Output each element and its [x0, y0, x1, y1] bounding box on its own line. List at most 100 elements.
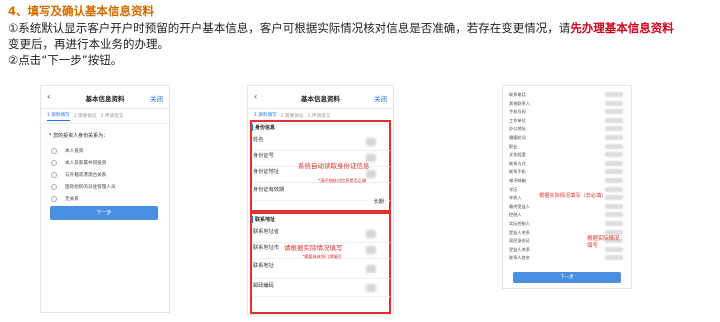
phone-screenshot-contact-info: 联系电话其他联系人手机号码工作单位办公地址婚姻状况职业文化程度联系方式联系手机电… — [502, 85, 632, 289]
next-button[interactable]: 下一步 — [513, 272, 621, 283]
close-link[interactable]: 关闭 — [374, 93, 387, 103]
field-label: 居民身份证 — [509, 238, 530, 244]
masked-value — [605, 143, 623, 149]
field-label: 联系人姓名 — [509, 255, 530, 261]
field-label: 身份证号 — [253, 153, 274, 159]
option-4[interactable]: 国际组织的派驻管理人员 — [41, 181, 169, 193]
masked-value — [366, 138, 376, 146]
field-label: 学历 — [509, 186, 518, 192]
field-postcode[interactable]: 邮政编码 — [253, 282, 390, 297]
contact-field-row[interactable]: 其他联系人 — [509, 100, 629, 107]
option-3[interactable]: 与外籍或港澳台关系 — [41, 169, 169, 181]
step-1: 1.资料填写 — [47, 112, 70, 121]
option-label: 无关系 — [65, 197, 79, 202]
contact-field-row[interactable]: 最终受益人 — [509, 203, 629, 210]
masked-value — [605, 186, 623, 192]
option-label: 本人投资 — [65, 149, 84, 154]
field-address-province[interactable]: 联系地址省 — [253, 228, 390, 243]
field-label: 文化程度 — [509, 152, 526, 158]
radio-icon — [51, 172, 57, 178]
masked-value — [605, 109, 623, 115]
option-2[interactable]: 本人及家属共同投资 — [41, 157, 169, 169]
paragraph-1-pre: ①系统默认显示客户开户时预留的开户基本信息，客户可根据实际情况核对信息是否准确，… — [8, 21, 571, 35]
annotation-optional: 根据实际情况填写（非必填） — [539, 193, 607, 199]
contact-field-row[interactable]: 婚姻状况 — [509, 135, 629, 141]
field-label: 受益人关系 — [509, 246, 530, 252]
masked-value — [605, 126, 623, 132]
field-label: 联系手机 — [509, 169, 526, 175]
doc-title: 4、填写及确认基本信息资料 — [8, 4, 155, 18]
field-label: 联系电话 — [509, 92, 526, 97]
field-label: 控制人 — [509, 212, 522, 218]
field-label: 联系地址市 — [253, 245, 279, 251]
masked-value — [605, 135, 623, 140]
phone1-header: ‹ 基本信息资料 关闭 — [41, 86, 169, 109]
contact-field-row[interactable]: 实际控制人 — [509, 221, 629, 227]
masked-value — [605, 160, 623, 166]
masked-value — [605, 229, 623, 235]
field-label: 实际控制人 — [509, 221, 530, 226]
step-3: 3.申请提交 — [307, 114, 331, 119]
field-address[interactable]: 联系地址 — [253, 262, 390, 279]
contact-field-row[interactable]: 联系方式 — [509, 160, 629, 167]
field-label: 年收入 — [509, 195, 522, 201]
masked-value — [366, 265, 376, 273]
field-label: 联系地址省 — [253, 229, 279, 235]
field-label: 手机号码 — [509, 109, 526, 115]
masked-value — [605, 212, 623, 218]
field-name[interactable]: 姓名 — [253, 136, 390, 151]
contact-field-row[interactable]: 工作单位 — [509, 117, 629, 124]
masked-value — [366, 246, 376, 254]
field-id-validity[interactable]: 身份证有效期 长期 — [253, 186, 390, 205]
masked-value — [605, 100, 623, 106]
field-label: 邮政编码 — [253, 283, 274, 289]
field-label: 最终受益人 — [509, 203, 530, 209]
option-5[interactable]: 无关系 — [41, 193, 169, 205]
contact-field-row[interactable]: 控制人 — [509, 212, 629, 218]
annotation-fill-actual: 请根据实际情况填写 — [284, 244, 343, 252]
masked-value — [605, 255, 623, 261]
option-label: 与外籍或港澳台关系 — [65, 173, 107, 178]
radio-icon — [51, 148, 57, 154]
contact-field-row[interactable]: 办公地址 — [509, 126, 629, 132]
paragraph-1-post: 变更后，再进行本业务的办理。 — [8, 37, 169, 51]
field-label: 联系地址 — [253, 263, 274, 269]
field-label: 其他联系人 — [509, 100, 530, 106]
paragraph-2: ②点击“下一步”按钮。 — [8, 53, 123, 67]
field-label: 办公地址 — [509, 126, 526, 132]
paragraph-1: ①系统默认显示客户开户时预留的开户基本信息，客户可根据实际情况核对信息是否准确，… — [8, 20, 716, 52]
contact-field-row[interactable]: 受益人关系 — [509, 229, 629, 236]
contact-field-row[interactable]: 手机号码 — [509, 109, 629, 115]
contact-field-row[interactable]: 联系电话 — [509, 92, 629, 98]
phone2-title: 基本信息资料 — [301, 95, 340, 103]
longterm-label: 长期 — [373, 199, 384, 205]
field-label: 姓名 — [253, 137, 264, 143]
field-label: 受益人关系 — [509, 229, 530, 235]
close-link[interactable]: 关闭 — [150, 93, 163, 103]
masked-value — [605, 178, 623, 183]
masked-value — [605, 152, 623, 158]
masked-value — [605, 195, 623, 201]
field-label: 婚姻状况 — [509, 135, 526, 140]
contact-field-row[interactable]: 联系人姓名 — [509, 255, 629, 261]
masked-value — [366, 284, 376, 292]
contact-field-row[interactable]: 职业 — [509, 143, 629, 150]
contact-field-row[interactable]: 文化程度 — [509, 152, 629, 158]
radio-icon — [51, 196, 57, 202]
masked-value — [366, 170, 376, 178]
option-1[interactable]: 本人投资 — [41, 145, 169, 157]
field-label: 身份证地址 — [253, 169, 279, 175]
question-text: * 您的投资人身份关系为： — [49, 133, 109, 139]
contact-field-row[interactable]: 联系手机 — [509, 169, 629, 175]
masked-value — [605, 92, 623, 97]
phone-screenshot-basic-info: ‹ 基本信息资料 关闭 1.资料填写 2.需要协议 3.申请提交 身份信息 姓名… — [247, 85, 394, 315]
masked-value — [605, 117, 623, 123]
step-indicator: 1.资料填写 2.需要协议 3.申请提交 — [41, 109, 169, 124]
field-label: 联系方式 — [509, 160, 526, 166]
contact-field-row[interactable]: 电子邮箱 — [509, 178, 629, 184]
next-button[interactable]: 下一步 — [50, 206, 158, 220]
step-2: 2.需要协议 — [73, 114, 97, 119]
masked-value — [605, 203, 623, 209]
step-2: 2.需要协议 — [280, 114, 304, 119]
masked-value — [605, 169, 623, 175]
